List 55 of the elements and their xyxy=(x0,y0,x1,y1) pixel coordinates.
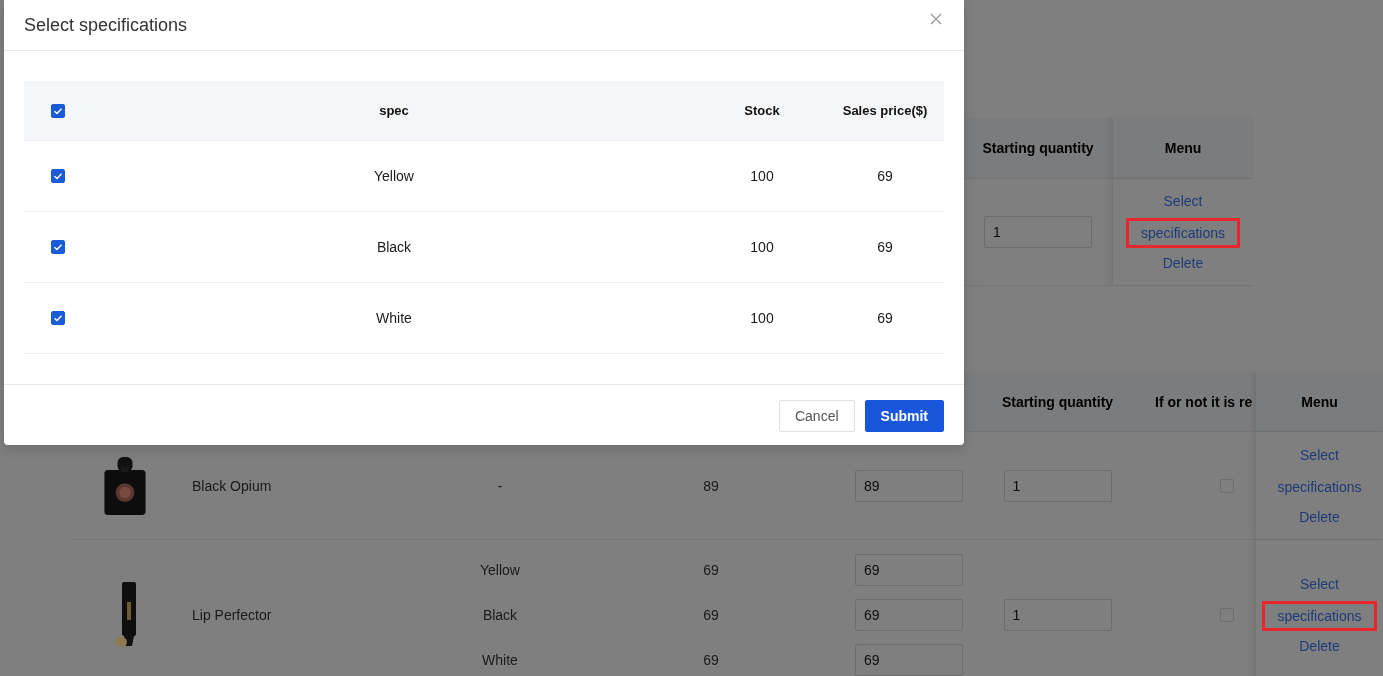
table-cell: 100 xyxy=(750,239,774,255)
check-icon xyxy=(54,244,62,250)
check-icon xyxy=(54,173,62,179)
product-name: Black Opium xyxy=(192,477,272,494)
action-link[interactable]: Select xyxy=(1285,439,1354,470)
column-header: If or not it is re xyxy=(1154,392,1254,412)
spec-name: Black xyxy=(482,606,518,623)
action-link[interactable]: Delete xyxy=(1284,501,1355,532)
table-cell: 100 xyxy=(750,168,774,184)
column-header: Stock xyxy=(743,102,781,120)
spec-name: White xyxy=(482,651,518,668)
input-field[interactable]: 1 xyxy=(1003,469,1112,502)
action-link[interactable]: Delete xyxy=(1147,248,1219,278)
action-link[interactable]: specifications xyxy=(1262,600,1377,631)
action-link[interactable]: specifications xyxy=(1125,218,1240,248)
dialog-title: Select specifications xyxy=(24,14,188,36)
submit-button[interactable]: Submit xyxy=(864,400,944,432)
column-header: Menu xyxy=(1255,372,1383,431)
close-icon[interactable] xyxy=(930,13,942,25)
column-header: Starting quantity xyxy=(1000,392,1115,412)
table-cell: Yellow xyxy=(374,168,414,184)
checkbox[interactable] xyxy=(51,311,65,325)
check-icon xyxy=(54,315,62,321)
action-link[interactable]: Delete xyxy=(1284,630,1355,661)
column-header: Menu xyxy=(1112,118,1253,178)
spec-name: - xyxy=(497,477,503,494)
checkbox[interactable] xyxy=(51,240,65,254)
checkbox[interactable] xyxy=(51,169,65,183)
action-link[interactable]: specifications xyxy=(1262,471,1377,502)
price-value: 69 xyxy=(703,651,719,668)
table-cell: Black xyxy=(376,239,412,255)
input-field[interactable]: 69 xyxy=(855,643,963,676)
table-cell: White xyxy=(376,310,412,326)
check-icon xyxy=(54,107,62,114)
spec-name: Yellow xyxy=(480,561,520,578)
cancel-button[interactable]: Cancel xyxy=(778,400,855,432)
action-link[interactable]: Select xyxy=(1148,186,1218,216)
table-cell: 69 xyxy=(877,310,893,326)
input-field[interactable]: 89 xyxy=(855,469,963,502)
input-field[interactable]: 69 xyxy=(855,553,963,586)
table-cell: 69 xyxy=(877,239,893,255)
input-field[interactable]: 1 xyxy=(1003,598,1112,631)
price-value: 69 xyxy=(703,606,719,623)
action-link[interactable]: Select xyxy=(1285,568,1354,599)
column-header: Sales price($) xyxy=(841,102,929,120)
input-field[interactable]: 1 xyxy=(984,216,1092,248)
table-cell: 69 xyxy=(877,168,893,184)
table-cell: 100 xyxy=(750,310,774,326)
column-header: spec xyxy=(378,102,410,120)
input-field[interactable]: 69 xyxy=(855,598,963,631)
checkbox[interactable] xyxy=(51,103,65,118)
price-value: 69 xyxy=(703,561,719,578)
column-header: Starting quantity xyxy=(981,139,1095,158)
product-name: Lip Perfector xyxy=(192,606,272,623)
price-value: 89 xyxy=(703,477,719,494)
